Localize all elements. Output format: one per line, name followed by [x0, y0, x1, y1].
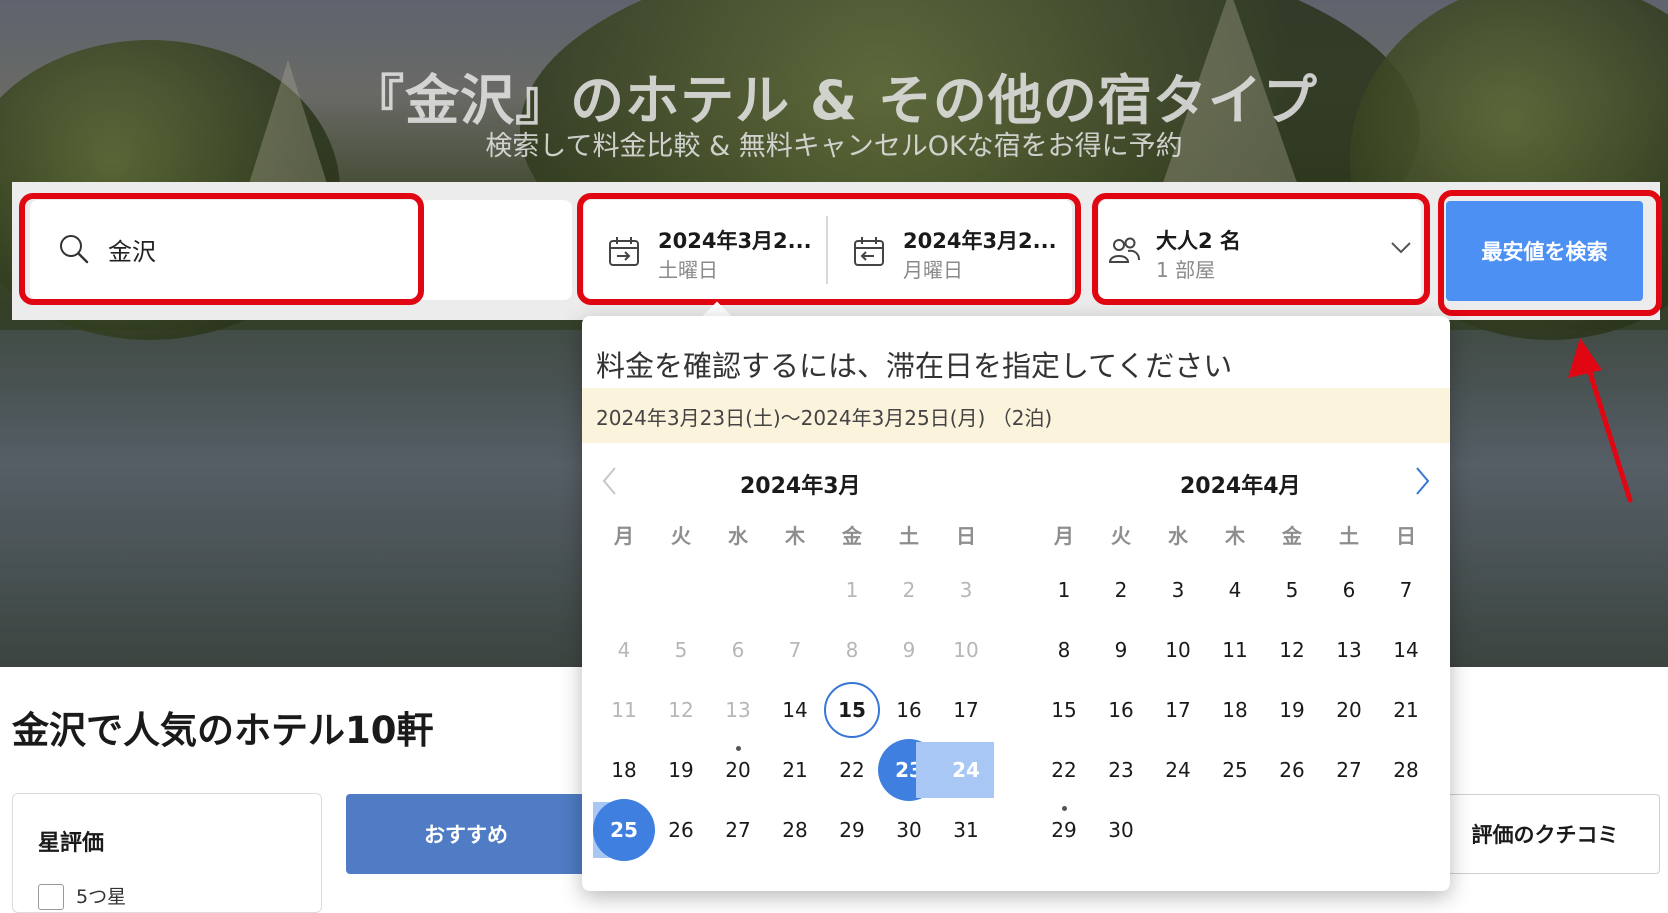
- calendar-day[interactable]: 19: [661, 750, 701, 790]
- calendar-day[interactable]: 6: [1329, 570, 1369, 610]
- weekday-label: 木: [1225, 524, 1245, 548]
- calendar-day[interactable]: 12: [1272, 630, 1312, 670]
- calendar-day: 9: [902, 638, 916, 662]
- calendar-day[interactable]: 23: [1101, 750, 1141, 790]
- weekday-label: 水: [1168, 524, 1188, 548]
- calendar-day[interactable]: 25: [1215, 750, 1255, 790]
- weekday-label: 日: [956, 524, 976, 548]
- highlight-box: [1092, 193, 1430, 305]
- calendar-day[interactable]: 21: [775, 750, 815, 790]
- calendar-day[interactable]: 13: [1329, 630, 1369, 670]
- calendar-day[interactable]: 22: [1044, 750, 1084, 790]
- calendar-day[interactable]: 25: [593, 799, 655, 861]
- calendar-day[interactable]: 5: [1272, 570, 1312, 610]
- calendar-day[interactable]: 19: [1272, 690, 1312, 730]
- calendar-day[interactable]: 28: [775, 810, 815, 850]
- calendar-day[interactable]: 28: [1386, 750, 1426, 790]
- weekday-label: 土: [899, 524, 919, 548]
- weekday-label: 月: [614, 524, 634, 548]
- calendar-day[interactable]: 21: [1386, 690, 1426, 730]
- calendar-day[interactable]: 15: [1044, 690, 1084, 730]
- highlight-box: [19, 193, 424, 305]
- calendar-day[interactable]: 31: [946, 810, 986, 850]
- weekday-label: 木: [785, 524, 805, 548]
- calendar-day[interactable]: 16: [889, 690, 929, 730]
- calendar-day[interactable]: 4: [1215, 570, 1255, 610]
- calendar-day[interactable]: 11: [1215, 630, 1255, 670]
- weekday-label: 土: [1339, 524, 1359, 548]
- date-marker-dot: [1062, 806, 1067, 811]
- calendar-day[interactable]: 24: [1158, 750, 1198, 790]
- weekday-label: 水: [728, 524, 748, 548]
- calendar-day: 6: [731, 638, 745, 662]
- calendar-day[interactable]: 2: [1101, 570, 1141, 610]
- calendar-day[interactable]: 30: [889, 810, 929, 850]
- calendar-day: 8: [845, 638, 859, 662]
- highlight-box: [577, 193, 1081, 305]
- calendar-day[interactable]: 27: [718, 810, 758, 850]
- calendar-day[interactable]: 18: [1215, 690, 1255, 730]
- calendar-day: 2: [902, 578, 916, 602]
- weekday-label: 火: [1111, 524, 1131, 548]
- calendar-day[interactable]: 26: [661, 810, 701, 850]
- weekday-label: 金: [842, 524, 862, 548]
- calendar-day[interactable]: 14: [775, 690, 815, 730]
- calendar-day[interactable]: 27: [1329, 750, 1369, 790]
- hero-subtitle: 検索して料金比較 & 無料キャンセルOKな宿をお得に予約: [485, 131, 1183, 162]
- tab-reviews[interactable]: 評価のクチコミ: [1430, 794, 1660, 874]
- month-title-april: 2024年4月: [1180, 474, 1301, 499]
- calendar-day[interactable]: 30: [1101, 810, 1141, 850]
- calendar-day: 11: [611, 698, 637, 722]
- prev-month-icon[interactable]: [600, 465, 620, 497]
- calendar-day[interactable]: 20: [718, 750, 758, 790]
- calendar-day: 12: [668, 698, 694, 722]
- calendar-day[interactable]: 24: [946, 750, 986, 790]
- calendar-day[interactable]: 29: [1044, 810, 1084, 850]
- calendar-day[interactable]: 10: [1158, 630, 1198, 670]
- next-month-icon[interactable]: [1412, 465, 1432, 497]
- date-marker-dot: [736, 746, 741, 751]
- calendar-day[interactable]: 26: [1272, 750, 1312, 790]
- month-title-march: 2024年3月: [740, 474, 861, 499]
- date-picker-prompt: 料金を確認するには、滞在日を指定してください: [596, 349, 1233, 383]
- weekday-label: 月: [1054, 524, 1074, 548]
- popular-hotels-heading: 金沢で人気のホテル10軒: [12, 709, 434, 752]
- calendar-day[interactable]: 22: [832, 750, 872, 790]
- calendar-day: 5: [674, 638, 688, 662]
- selected-range-text: 2024年3月23日(土)〜2024年3月25日(月) （2泊): [596, 406, 1053, 430]
- calendar-day: 3: [959, 578, 973, 602]
- calendar-day: 7: [788, 638, 802, 662]
- weekday-label: 日: [1396, 524, 1416, 548]
- calendar-day[interactable]: 15: [824, 682, 880, 738]
- highlight-box: [1438, 190, 1662, 316]
- calendar-day[interactable]: 20: [1329, 690, 1369, 730]
- calendar-day[interactable]: 1: [1044, 570, 1084, 610]
- calendar-day[interactable]: 18: [604, 750, 644, 790]
- calendar-day[interactable]: 9: [1101, 630, 1141, 670]
- calendar-day: 1: [845, 578, 859, 602]
- calendar-day[interactable]: 17: [1158, 690, 1198, 730]
- calendar-day[interactable]: 14: [1386, 630, 1426, 670]
- weekday-label: 金: [1282, 524, 1302, 548]
- calendar-day: 10: [953, 638, 979, 662]
- tab-recommended[interactable]: おすすめ: [346, 794, 586, 874]
- calendar-day: 13: [725, 698, 751, 722]
- weekday-label: 火: [671, 524, 691, 548]
- calendar-day[interactable]: 7: [1386, 570, 1426, 610]
- five-star-label[interactable]: 5つ星: [76, 882, 126, 909]
- calendar-day[interactable]: 8: [1044, 630, 1084, 670]
- five-star-checkbox[interactable]: [38, 884, 64, 910]
- calendar-day[interactable]: 16: [1101, 690, 1141, 730]
- calendar-day[interactable]: 17: [946, 690, 986, 730]
- red-arrow-icon: [1568, 338, 1633, 503]
- star-rating-filter-title: 星評価: [38, 831, 105, 856]
- calendar-day[interactable]: 3: [1158, 570, 1198, 610]
- calendar-day[interactable]: 29: [832, 810, 872, 850]
- calendar-day: 4: [617, 638, 631, 662]
